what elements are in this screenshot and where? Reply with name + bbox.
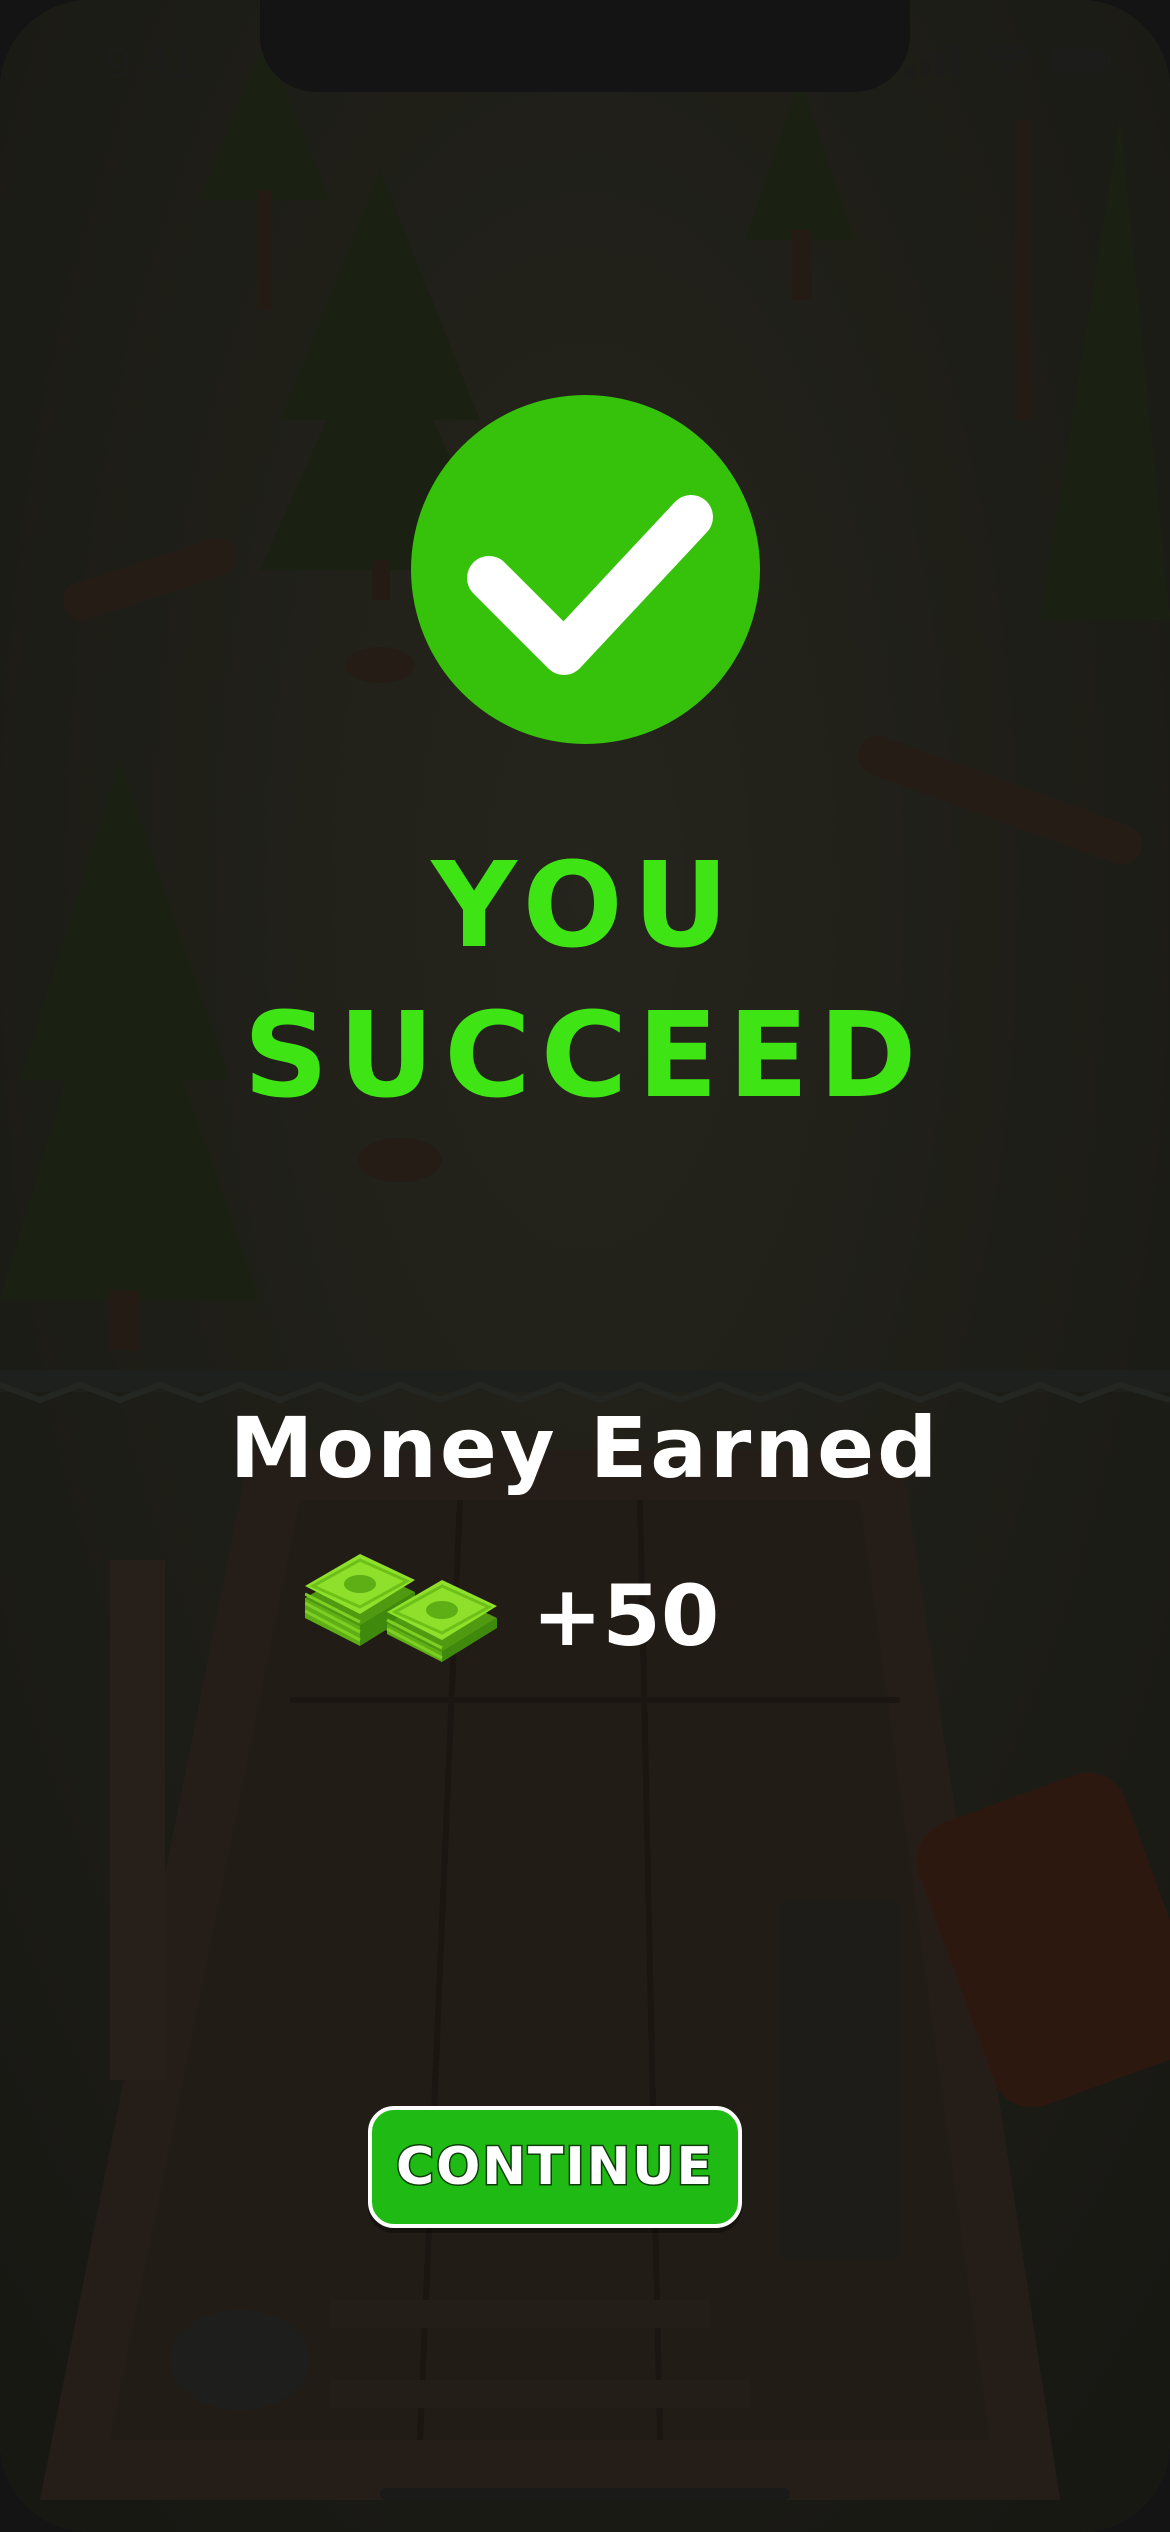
cash-stack-icon — [305, 1554, 497, 1662]
status-icons — [906, 44, 1112, 78]
home-indicator[interactable] — [380, 2488, 790, 2500]
checkmark-icon — [467, 495, 713, 675]
wifi-icon — [985, 44, 1029, 74]
cellular-signal-icon — [906, 45, 960, 77]
success-badge — [411, 395, 760, 744]
money-earned-amount: +50 — [532, 1567, 720, 1665]
continue-button-label: CONTINUE — [395, 2136, 714, 2199]
phone-screen: 9:41 YOU SUCCEED Money Earned +50 CONTIN… — [0, 0, 1170, 2532]
status-time: 9:41 — [106, 38, 196, 87]
continue-button[interactable]: CONTINUE — [368, 2106, 742, 2228]
battery-icon — [1052, 49, 1111, 73]
result-title-line-2: SUCCEED — [243, 986, 927, 1124]
result-title-line-1: YOU — [431, 836, 739, 974]
money-earned-label: Money Earned — [229, 1399, 941, 1497]
device-notch — [260, 0, 910, 92]
